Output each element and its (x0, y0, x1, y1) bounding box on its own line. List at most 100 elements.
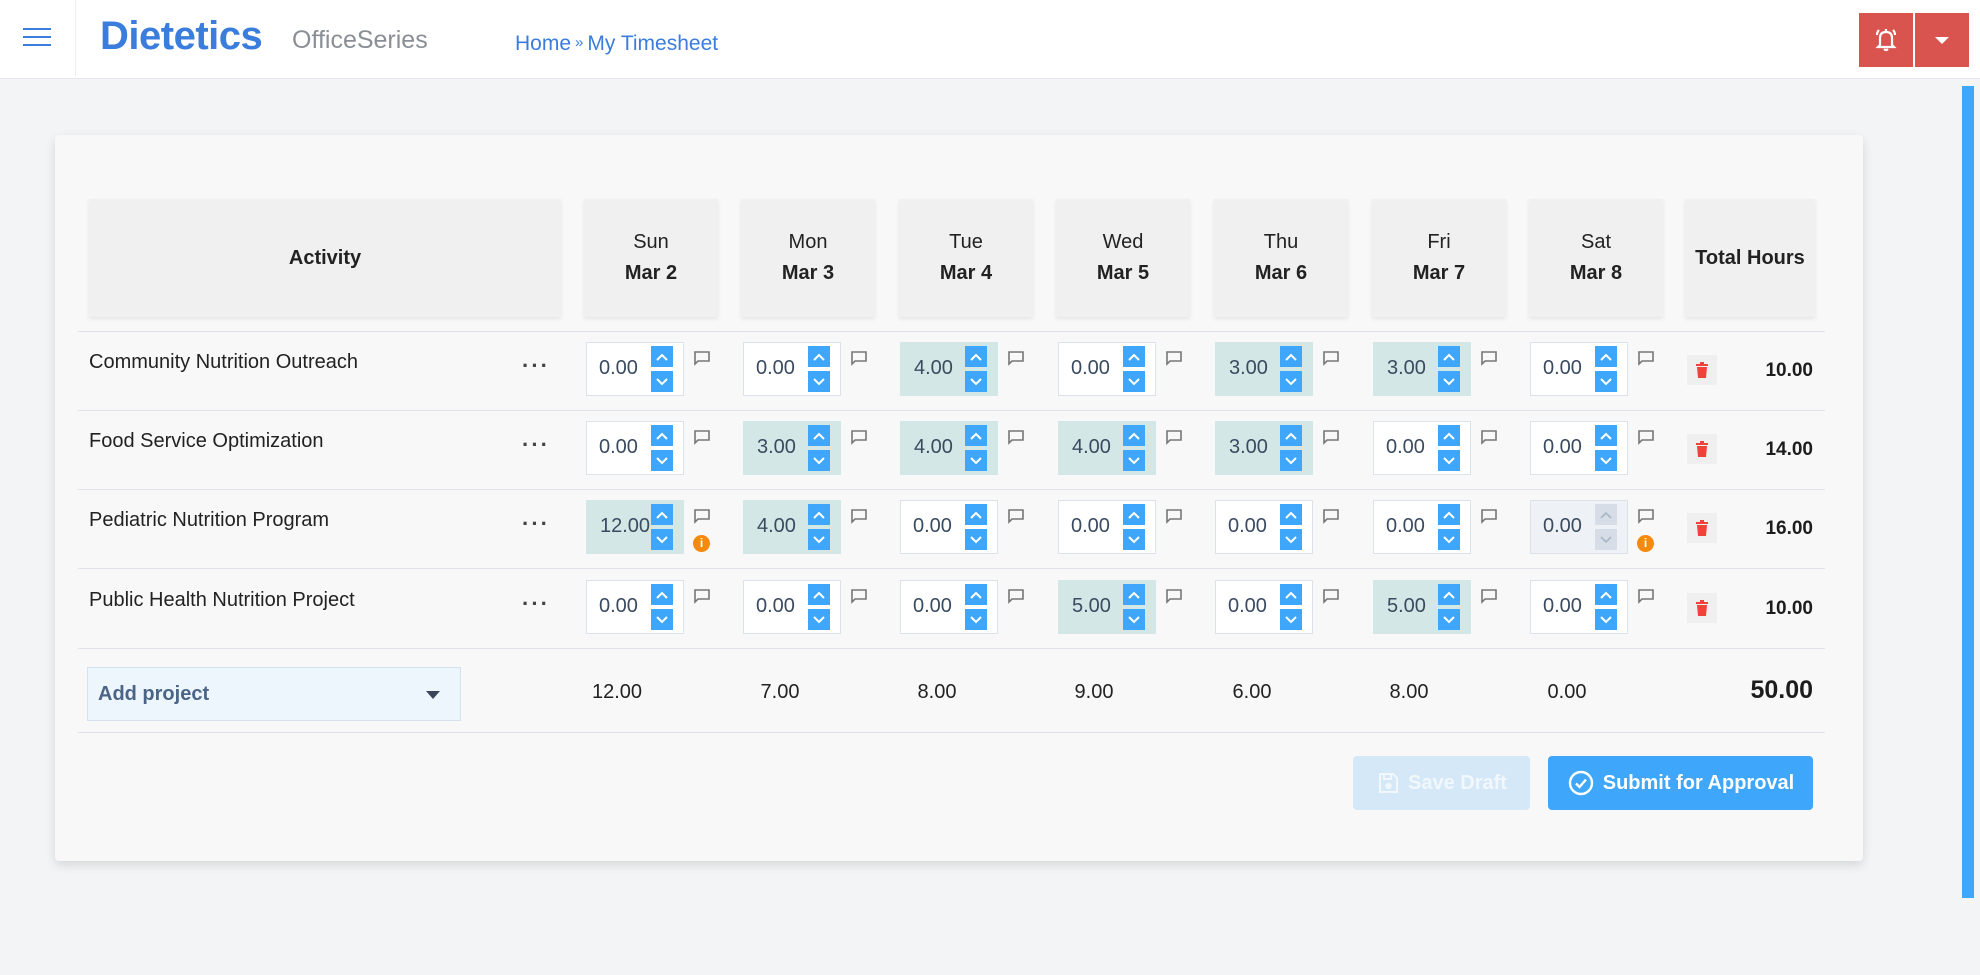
row-more-options-icon[interactable]: ··· (522, 432, 550, 458)
hours-input[interactable]: 3.00 (1215, 342, 1313, 396)
comment-icon[interactable] (850, 508, 868, 524)
warning-info-icon[interactable]: i (693, 535, 710, 552)
decrement-button[interactable] (965, 450, 987, 471)
comment-icon[interactable] (693, 429, 711, 445)
save-draft-button[interactable]: Save Draft (1353, 756, 1530, 810)
hours-input[interactable]: 4.00 (1058, 421, 1156, 475)
comment-icon[interactable] (1165, 429, 1183, 445)
decrement-button[interactable] (1438, 371, 1460, 392)
comment-icon[interactable] (1007, 588, 1025, 604)
comment-icon[interactable] (850, 350, 868, 366)
comment-icon[interactable] (1480, 588, 1498, 604)
increment-button[interactable] (1123, 425, 1145, 446)
hours-input[interactable]: 0.00 (1530, 421, 1628, 475)
hours-input[interactable]: 0.00 (1215, 580, 1313, 634)
comment-icon[interactable] (1007, 508, 1025, 524)
increment-button[interactable] (1123, 504, 1145, 525)
row-more-options-icon[interactable]: ··· (522, 511, 550, 537)
decrement-button[interactable] (1438, 529, 1460, 550)
decrement-button[interactable] (808, 371, 830, 392)
row-more-options-icon[interactable]: ··· (522, 591, 550, 617)
hours-input[interactable]: 0.00 (1215, 500, 1313, 554)
hours-input[interactable]: 0.00 (1373, 500, 1471, 554)
decrement-button[interactable] (1280, 450, 1302, 471)
comment-icon[interactable] (1322, 508, 1340, 524)
decrement-button[interactable] (965, 609, 987, 630)
decrement-button[interactable] (1123, 529, 1145, 550)
increment-button[interactable] (1123, 584, 1145, 605)
increment-button[interactable] (1595, 346, 1617, 367)
hours-input[interactable]: 5.00 (1373, 580, 1471, 634)
comment-icon[interactable] (1480, 429, 1498, 445)
decrement-button[interactable] (808, 529, 830, 550)
increment-button[interactable] (1438, 425, 1460, 446)
hours-input[interactable]: 0.00 (1530, 342, 1628, 396)
breadcrumb-current[interactable]: My Timesheet (587, 32, 718, 55)
comment-icon[interactable] (1007, 350, 1025, 366)
increment-button[interactable] (808, 584, 830, 605)
comment-icon[interactable] (1637, 588, 1655, 604)
comment-icon[interactable] (693, 588, 711, 604)
decrement-button[interactable] (965, 529, 987, 550)
hours-input[interactable]: 0.00 (1373, 421, 1471, 475)
increment-button[interactable] (651, 346, 673, 367)
hours-input[interactable]: 5.00 (1058, 580, 1156, 634)
increment-button[interactable] (965, 584, 987, 605)
decrement-button[interactable] (808, 609, 830, 630)
comment-icon[interactable] (1637, 508, 1655, 524)
comment-icon[interactable] (693, 350, 711, 366)
decrement-button[interactable] (651, 609, 673, 630)
decrement-button[interactable] (1438, 609, 1460, 630)
decrement-button[interactable] (651, 450, 673, 471)
increment-button[interactable] (1438, 346, 1460, 367)
hours-input[interactable]: 3.00 (1215, 421, 1313, 475)
decrement-button[interactable] (808, 450, 830, 471)
add-project-dropdown[interactable]: Add project (87, 667, 461, 721)
increment-button[interactable] (808, 504, 830, 525)
comment-icon[interactable] (1322, 350, 1340, 366)
increment-button[interactable] (651, 504, 673, 525)
increment-button[interactable] (1595, 584, 1617, 605)
page-scrollbar[interactable] (1962, 86, 1974, 898)
comment-icon[interactable] (1165, 588, 1183, 604)
increment-button[interactable] (808, 425, 830, 446)
increment-button[interactable] (1280, 425, 1302, 446)
comment-icon[interactable] (850, 588, 868, 604)
decrement-button[interactable] (965, 371, 987, 392)
comment-icon[interactable] (850, 429, 868, 445)
hours-input[interactable]: 12.00 (586, 500, 684, 554)
warning-info-icon[interactable]: i (1637, 535, 1654, 552)
decrement-button[interactable] (1123, 609, 1145, 630)
comment-icon[interactable] (1322, 429, 1340, 445)
comment-icon[interactable] (1480, 350, 1498, 366)
comment-icon[interactable] (1637, 350, 1655, 366)
decrement-button[interactable] (1438, 450, 1460, 471)
increment-button[interactable] (1280, 346, 1302, 367)
increment-button[interactable] (1595, 425, 1617, 446)
comment-icon[interactable] (1165, 350, 1183, 366)
decrement-button[interactable] (1595, 371, 1617, 392)
hours-input[interactable]: 0.00 (586, 421, 684, 475)
hours-input[interactable]: 3.00 (743, 421, 841, 475)
comment-icon[interactable] (1165, 508, 1183, 524)
app-brand[interactable]: Dietetics (100, 14, 263, 59)
increment-button[interactable] (1280, 584, 1302, 605)
comment-icon[interactable] (1637, 429, 1655, 445)
decrement-button[interactable] (651, 529, 673, 550)
increment-button[interactable] (808, 346, 830, 367)
hours-input[interactable]: 4.00 (900, 342, 998, 396)
increment-button[interactable] (1438, 584, 1460, 605)
submit-for-approval-button[interactable]: Submit for Approval (1548, 756, 1813, 810)
increment-button[interactable] (651, 425, 673, 446)
decrement-button[interactable] (1595, 609, 1617, 630)
comment-icon[interactable] (1322, 588, 1340, 604)
decrement-button[interactable] (651, 371, 673, 392)
increment-button[interactable] (965, 425, 987, 446)
hours-input[interactable]: 4.00 (900, 421, 998, 475)
decrement-button[interactable] (1280, 529, 1302, 550)
comment-icon[interactable] (693, 508, 711, 524)
increment-button[interactable] (965, 504, 987, 525)
decrement-button[interactable] (1123, 450, 1145, 471)
hamburger-menu-icon[interactable] (23, 28, 51, 50)
hours-input[interactable]: 0.00 (1530, 580, 1628, 634)
